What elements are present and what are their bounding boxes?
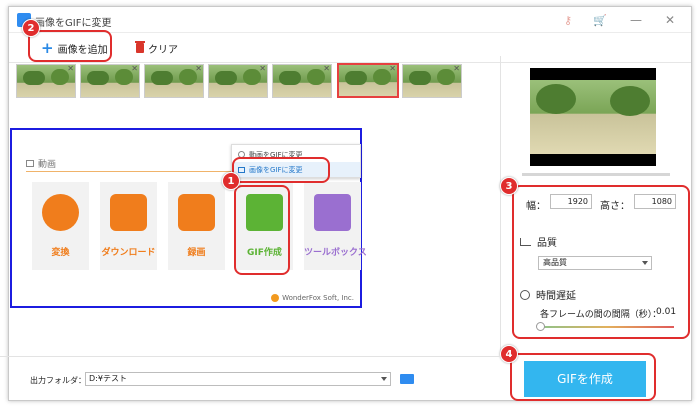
image-thumbnail[interactable]: ✕	[144, 64, 204, 98]
tile-label: 録画	[187, 248, 206, 258]
minimize-icon[interactable]: —	[625, 11, 647, 29]
height-label: 高さ：	[600, 201, 630, 212]
image-thumbnail[interactable]: ✕	[272, 64, 332, 98]
section-heading: 動画	[26, 157, 56, 170]
chevron-down-icon	[642, 261, 648, 265]
remove-icon[interactable]: ✕	[131, 64, 138, 73]
width-label: 幅：	[526, 201, 546, 212]
delay-slider-thumb[interactable]	[536, 322, 545, 331]
clear-label: クリア	[148, 44, 178, 56]
callout-2: 2	[22, 19, 40, 37]
tile-toolbox[interactable]: ツールボックス	[304, 182, 367, 270]
tile-label: 変換	[51, 248, 70, 258]
image-thumbnail[interactable]: ✕	[208, 64, 268, 98]
quality-select[interactable]: 高品質	[538, 256, 652, 270]
width-input[interactable]	[550, 194, 592, 209]
image-thumbnail[interactable]: ✕	[402, 64, 462, 98]
screen-icon	[178, 194, 215, 231]
folder-icon[interactable]	[400, 374, 414, 384]
toolbox-icon	[314, 194, 351, 231]
frame-interval-label: 各フレームの間の間隔（秒）：	[540, 310, 662, 320]
callout-box-gif-tile	[234, 185, 290, 275]
preview-scrubber[interactable]	[522, 173, 670, 176]
trash-icon	[135, 41, 145, 53]
tile-record[interactable]: 録画	[168, 182, 225, 270]
frame-interval-value: 0.01	[656, 307, 677, 317]
quality-value: 高品質	[543, 258, 567, 267]
output-folder-label: 出力フォルダ：	[30, 376, 86, 385]
brand-text: WonderFox Soft, Inc.	[282, 294, 354, 302]
embedded-screenshot: 動画 変換 ダウンロード 録画 GIF作成 ツールボックス 動画をGIFに変更 …	[10, 128, 367, 308]
cart-icon[interactable]: 🛒	[593, 14, 607, 28]
bottom-divider	[0, 356, 500, 357]
preview-image	[530, 68, 656, 166]
remove-icon[interactable]: ✕	[453, 64, 460, 73]
title-bar: 画像をGIFに変更 ⚷ 🛒 — ✕	[9, 7, 691, 33]
remove-icon[interactable]: ✕	[195, 64, 202, 73]
section-divider	[26, 171, 236, 172]
film-icon	[42, 194, 79, 231]
output-folder-input[interactable]: D:¥テスト	[85, 372, 391, 386]
callout-box-add	[28, 30, 112, 62]
logo-icon	[271, 294, 280, 302]
height-input[interactable]	[634, 194, 676, 209]
remove-icon[interactable]: ✕	[389, 64, 396, 73]
close-icon[interactable]: ✕	[659, 11, 681, 29]
quality-label: 品質	[537, 238, 557, 249]
quality-icon	[520, 237, 531, 246]
download-icon	[110, 194, 147, 231]
video-icon	[26, 160, 34, 167]
create-gif-button[interactable]: GIFを作成	[524, 361, 646, 397]
delay-label: 時間遅延	[536, 291, 576, 302]
tile-label: ダウンロード	[101, 248, 156, 258]
remove-icon[interactable]: ✕	[323, 64, 330, 73]
image-thumbnail[interactable]: ✕	[16, 64, 76, 98]
callout-box-menu	[232, 157, 330, 183]
delay-heading: 時間遅延	[520, 287, 576, 302]
image-thumbnail-selected[interactable]: ✕	[337, 63, 399, 98]
delay-slider-track[interactable]	[540, 326, 674, 328]
window-title: 画像をGIFに変更	[35, 18, 112, 29]
brand-footer: WonderFox Soft, Inc.	[271, 294, 354, 302]
chevron-down-icon	[381, 377, 387, 381]
quality-heading: 品質	[520, 234, 557, 249]
output-folder-value: D:¥テスト	[89, 374, 127, 383]
section-label: 動画	[38, 160, 57, 170]
key-icon[interactable]: ⚷	[561, 14, 575, 28]
callout-3: 3	[500, 177, 518, 195]
clock-icon	[520, 289, 530, 300]
image-thumbnail[interactable]: ✕	[80, 64, 140, 98]
callout-1: 1	[222, 172, 240, 190]
tile-label: ツールボックス	[304, 248, 367, 258]
remove-icon[interactable]: ✕	[259, 64, 266, 73]
callout-4: 4	[500, 345, 518, 363]
tile-download[interactable]: ダウンロード	[100, 182, 157, 270]
remove-icon[interactable]: ✕	[67, 64, 74, 73]
clear-button[interactable]: クリア	[135, 39, 178, 57]
tile-convert[interactable]: 変換	[32, 182, 89, 270]
panel-divider	[500, 56, 501, 356]
